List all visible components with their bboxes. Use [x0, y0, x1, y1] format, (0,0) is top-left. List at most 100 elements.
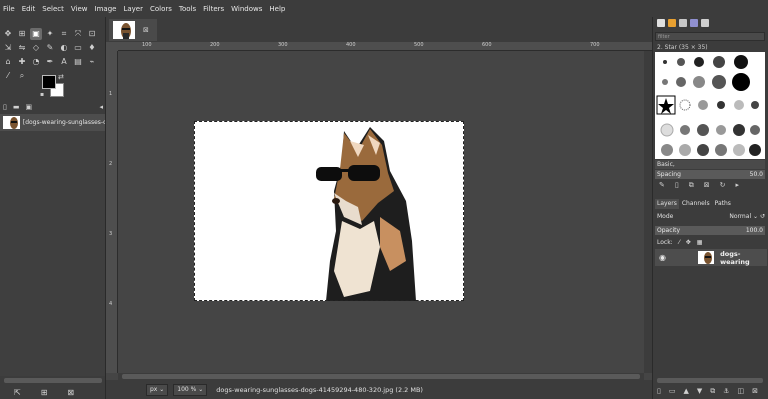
swap-colors-icon[interactable]: ⇄ [58, 73, 64, 81]
delete-layer-icon[interactable]: ⊠ [752, 387, 758, 395]
document-history-tab-icon[interactable] [690, 19, 698, 27]
tool-options-tab-icon[interactable]: ▬ [13, 103, 20, 111]
anchor-layer-icon[interactable]: ⚓ [723, 387, 729, 395]
unit-select[interactable]: px ⌄ [146, 383, 169, 396]
brush-grid[interactable] [655, 52, 765, 159]
transform-tool-icon[interactable]: ⊡ [86, 28, 98, 40]
reset-colors-icon[interactable]: ▪ [40, 91, 44, 98]
fonts-tab-icon[interactable] [679, 19, 687, 27]
ruler-tick-label: 700 [590, 42, 600, 48]
eye-icon[interactable]: ◉ [659, 253, 672, 262]
menu-edit[interactable]: Edit [22, 5, 36, 13]
smudge-tool-icon[interactable]: ♦ [86, 42, 98, 54]
raise-layer-icon[interactable]: ▲ [683, 387, 688, 395]
dodge-tool-icon[interactable]: ◔ [30, 56, 42, 68]
brush-tag-field[interactable]: Basic, [655, 160, 765, 169]
opacity-slider[interactable]: Opacity 100.0 [655, 226, 765, 235]
templates-tab-icon[interactable] [701, 19, 709, 27]
zoom-select[interactable]: 100 % ⌄ [173, 383, 208, 396]
layers-panel-scrollbar[interactable] [657, 378, 763, 383]
menu-help[interactable]: Help [269, 5, 285, 13]
tab-channels[interactable]: Channels [680, 199, 712, 209]
current-brush-name: 2. Star (35 × 35) [657, 44, 708, 51]
lock-alpha-icon[interactable]: ▦ [697, 239, 703, 246]
opacity-value: 100.0 [745, 227, 763, 234]
raise-view-icon[interactable]: ⇱ [14, 388, 21, 397]
foreground-color-swatch[interactable] [42, 75, 56, 89]
clone-tool-icon[interactable]: ⌂ [2, 56, 14, 68]
menu-filters[interactable]: Filters [203, 5, 224, 13]
mode-select[interactable]: Normal ⌄ ↺ [729, 213, 765, 223]
ruler-tick-label: 1 [109, 91, 113, 97]
lock-position-icon[interactable]: ✥ [686, 239, 691, 246]
zoom-tool-icon[interactable]: ⌕ [16, 70, 28, 82]
panel-menu-icon[interactable]: ◂ [99, 103, 103, 111]
rect-select-tool-icon[interactable]: ▣ [30, 28, 42, 40]
edit-brush-icon[interactable]: ✎ [659, 181, 665, 191]
eraser-tool-icon[interactable]: ▭ [72, 42, 84, 54]
layers-actions: ▯ ▭ ▲ ▼ ⧉ ⚓ ◫ ⊠ [657, 385, 765, 397]
open-brush-icon[interactable]: ▸ [735, 181, 739, 191]
refresh-brushes-icon[interactable]: ↻ [720, 181, 726, 191]
vertical-ruler[interactable]: 1 2 3 4 [106, 51, 118, 373]
delete-image-icon[interactable]: ⊠ [67, 388, 74, 397]
image-list-thumbnail [3, 116, 20, 129]
new-brush-icon[interactable]: ▯ [675, 181, 679, 191]
warp-tool-icon[interactable]: ⤧ [72, 28, 84, 40]
device-status-tab-icon[interactable]: ▣ [25, 103, 32, 111]
delete-brush-icon[interactable]: ⊠ [704, 181, 710, 191]
path-tool-icon[interactable]: ✒ [44, 56, 56, 68]
images-panel: [dogs-wearing-sunglasses-do [0, 114, 105, 376]
horizontal-ruler[interactable]: 100 200 300 400 500 600 700 [118, 42, 652, 51]
align-tool-icon[interactable]: ⊞ [16, 28, 28, 40]
images-tab-icon[interactable]: ▯ [3, 103, 7, 111]
menu-windows[interactable]: Windows [231, 5, 262, 13]
image-tab[interactable]: ⊠ [109, 19, 157, 41]
mask-layer-icon[interactable]: ◫ [738, 387, 745, 395]
text-tool-icon[interactable]: A [58, 56, 70, 68]
tab-layers[interactable]: Layers [655, 198, 679, 209]
ink-tool-icon[interactable]: ⌁ [86, 56, 98, 68]
canvas-area[interactable] [118, 51, 644, 373]
duplicate-brush-icon[interactable]: ⧉ [689, 181, 694, 191]
flip-tool-icon[interactable]: ⇋ [16, 42, 28, 54]
tab-paths[interactable]: Paths [713, 199, 733, 209]
bucket-tool-icon[interactable]: ◐ [58, 42, 70, 54]
lower-layer-icon[interactable]: ▼ [697, 387, 702, 395]
new-layer-icon[interactable]: ▯ [657, 387, 661, 395]
menu-select[interactable]: Select [42, 5, 64, 13]
menu-layer[interactable]: Layer [123, 5, 143, 13]
menu-colors[interactable]: Colors [150, 5, 172, 13]
new-group-icon[interactable]: ▭ [669, 387, 676, 395]
image-list-item[interactable]: [dogs-wearing-sunglasses-do [0, 114, 105, 131]
crop-tool-icon[interactable]: ⌗ [58, 28, 70, 40]
close-icon[interactable]: ⊠ [143, 26, 149, 34]
brushes-tab-icon[interactable] [657, 19, 665, 27]
ruler-tick-label: 4 [109, 301, 113, 307]
scale-tool-icon[interactable]: ⇲ [2, 42, 14, 54]
horizontal-scrollbar-thumb[interactable] [122, 374, 640, 379]
menu-tools[interactable]: Tools [179, 5, 196, 13]
duplicate-layer-icon[interactable]: ⧉ [710, 387, 715, 396]
ruler-tick-label: 400 [346, 42, 356, 48]
menu-view[interactable]: View [71, 5, 88, 13]
paintbrush-tool-icon[interactable]: ✎ [44, 42, 56, 54]
gradient-tool-icon[interactable]: ▤ [72, 56, 84, 68]
lock-pixels-icon[interactable]: ⁄ [679, 239, 680, 246]
menu-image[interactable]: Image [95, 5, 117, 13]
move-tool-icon[interactable]: ✥ [2, 28, 14, 40]
spacing-slider[interactable]: Spacing 50.0 [655, 170, 765, 179]
menu-file[interactable]: File [3, 5, 15, 13]
new-display-icon[interactable]: ⊞ [41, 388, 48, 397]
layer-row[interactable]: ◉ dogs-wearing [655, 249, 767, 266]
images-panel-scrollbar[interactable] [4, 378, 102, 383]
patterns-tab-icon[interactable] [668, 19, 676, 27]
cage-tool-icon[interactable]: ◇ [30, 42, 42, 54]
color-picker-tool-icon[interactable]: ⁄ [2, 70, 14, 82]
horizontal-scrollbar[interactable] [118, 373, 644, 380]
heal-tool-icon[interactable]: ✚ [16, 56, 28, 68]
opacity-label: Opacity [657, 227, 681, 234]
fuzzy-select-tool-icon[interactable]: ✦ [44, 28, 56, 40]
brush-filter-input[interactable]: filter [655, 32, 765, 41]
vertical-scrollbar[interactable] [644, 51, 652, 373]
